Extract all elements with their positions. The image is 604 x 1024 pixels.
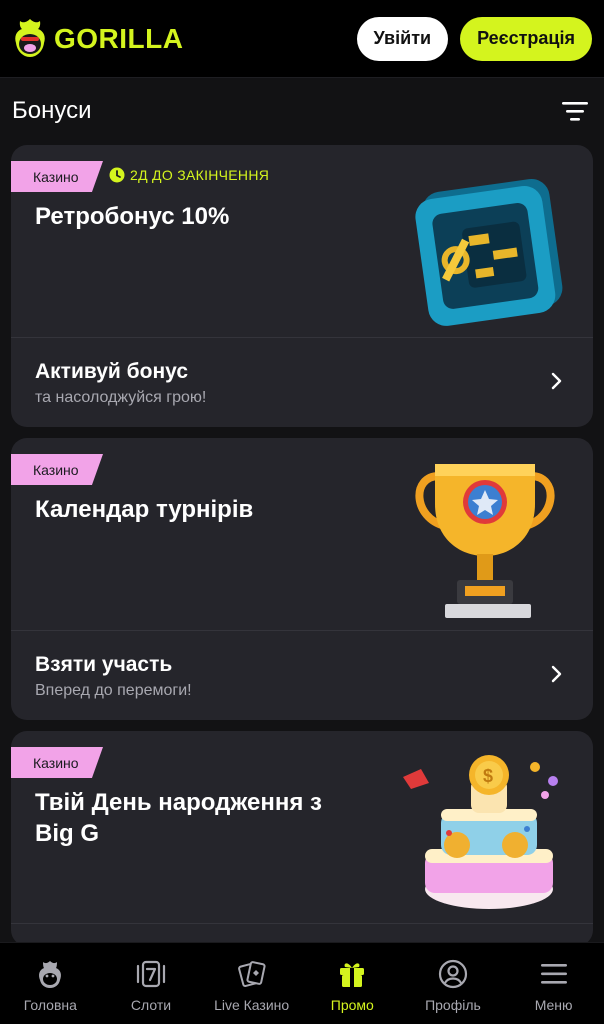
safe-illustration xyxy=(415,178,563,326)
svg-text:$: $ xyxy=(483,766,493,786)
clock-icon xyxy=(109,167,125,183)
bottom-navigation: Головна Слоти Live Казино Промо Профіль … xyxy=(0,942,604,1024)
nav-label: Live Казино xyxy=(214,997,290,1013)
expiry-badge: 2Д ДО ЗАКІНЧЕННЯ xyxy=(109,167,269,183)
slot-seven-icon xyxy=(134,957,168,991)
nav-item-profile[interactable]: Профіль xyxy=(403,957,503,1013)
bonus-card-retrobonus[interactable]: Казино 2Д ДО ЗАКІНЧЕННЯ Ретробонус 10% А… xyxy=(11,145,593,427)
action-subtitle: та насолоджуйся грою! xyxy=(35,389,207,406)
gorilla-home-icon xyxy=(33,957,67,991)
card-title: Твій День народження з Big G xyxy=(35,789,322,847)
card-header: Казино 2Д ДО ЗАКІНЧЕННЯ Ретробонус 10% xyxy=(11,145,593,337)
nav-label: Меню xyxy=(534,997,573,1013)
card-header: Казино Твій День народження з Big G $ xyxy=(11,731,593,923)
nav-item-menu[interactable]: Меню xyxy=(504,957,604,1013)
nav-item-live-casino[interactable]: Live Казино xyxy=(202,957,302,1013)
bonus-card-tournaments[interactable]: Казино Календар турнірів Взяти участь Вп… xyxy=(11,438,593,720)
nav-label: Промо xyxy=(330,997,374,1013)
action-title: Активуй бонус xyxy=(35,360,188,383)
birthday-cake-illustration: $ xyxy=(403,755,558,909)
nav-item-promo[interactable]: Промо xyxy=(302,957,402,1013)
gift-icon xyxy=(335,957,369,991)
card-header: Казино Календар турнірів xyxy=(11,438,593,630)
register-button[interactable]: Реєстрація xyxy=(460,16,592,61)
bonuses-header: Бонуси xyxy=(12,88,590,134)
gorilla-logo-icon xyxy=(15,18,45,57)
card-action[interactable]: Взяти участь Вперед до перемоги! xyxy=(11,630,593,720)
cards-icon xyxy=(235,957,269,991)
nav-item-slots[interactable]: Слоти xyxy=(101,957,201,1013)
card-title: Ретробонус 10% xyxy=(35,203,230,230)
card-title: Календар турнірів xyxy=(35,496,254,523)
header-actions: Увійти Реєстрація xyxy=(356,16,592,61)
card-action[interactable]: Активуй бонус та насолоджуйся грою! xyxy=(11,337,593,427)
chevron-right-icon xyxy=(551,665,562,683)
login-button[interactable]: Увійти xyxy=(356,16,449,61)
user-circle-icon xyxy=(436,957,470,991)
chevron-right-icon xyxy=(551,372,562,390)
expiry-text: 2Д ДО ЗАКІНЧЕННЯ xyxy=(130,167,270,183)
trophy-illustration xyxy=(415,464,555,618)
bonus-card-birthday[interactable]: Казино Твій День народження з Big G $ xyxy=(11,731,593,946)
filter-icon[interactable] xyxy=(560,96,590,126)
action-title: Взяти участь xyxy=(35,653,173,676)
brand-name: GORILLA xyxy=(54,22,184,54)
nav-item-home[interactable]: Головна xyxy=(0,957,100,1013)
nav-label: Слоти xyxy=(130,997,172,1013)
gorilla-logo[interactable]: GORILLA xyxy=(10,17,184,61)
page-title: Бонуси xyxy=(12,97,92,124)
nav-label: Профіль xyxy=(425,997,481,1013)
nav-label: Головна xyxy=(23,997,77,1013)
action-subtitle: Вперед до перемоги! xyxy=(35,682,192,699)
top-header: GORILLA Увійти Реєстрація xyxy=(0,0,604,78)
hamburger-menu-icon xyxy=(537,957,571,991)
category-tag: Казино xyxy=(11,161,103,192)
category-tag: Казино xyxy=(11,747,103,778)
category-tag: Казино xyxy=(11,454,103,485)
